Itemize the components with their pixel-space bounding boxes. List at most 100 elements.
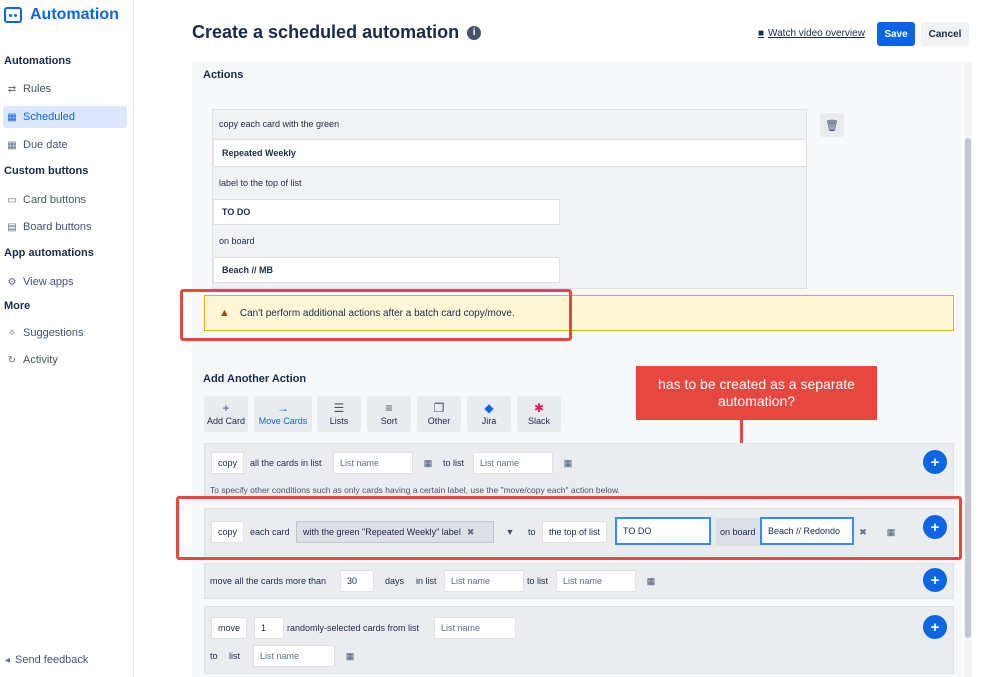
list-name-input[interactable]: List name xyxy=(434,617,516,639)
info-icon[interactable]: i xyxy=(467,25,482,40)
action-summary: copy each card with the green Repeated W… xyxy=(212,109,807,289)
tool-label: Other xyxy=(427,416,451,426)
sort-icon: ≡ xyxy=(385,401,393,415)
trash-icon: 🗑 xyxy=(825,119,839,132)
row-text: in list xyxy=(416,576,437,586)
arrow-right-icon: → xyxy=(277,401,289,415)
add-action-button[interactable]: + xyxy=(923,568,947,592)
calendar-icon[interactable]: ▦ xyxy=(418,452,438,474)
tool-label: Jira xyxy=(481,416,497,426)
tool-lists[interactable]: ☰ Lists xyxy=(317,396,361,432)
count-input[interactable]: 1 xyxy=(254,617,284,639)
tool-sort[interactable]: ≡ Sort xyxy=(367,396,411,432)
sidebar-item-due-date[interactable]: ▦ Due date xyxy=(3,134,127,156)
automation-brand[interactable]: Automation xyxy=(4,6,119,24)
board-field[interactable]: Beach // MB xyxy=(213,257,560,283)
sidebar-item-label: Scheduled xyxy=(23,111,75,123)
watch-video-label: Watch video overview xyxy=(768,28,865,39)
sidebar-item-label: Rules xyxy=(23,83,52,95)
sidebar-item-suggestions[interactable]: ✧ Suggestions xyxy=(3,322,127,344)
watch-video-link[interactable]: ■ Watch video overview xyxy=(758,28,865,39)
sidebar-item-label: Activity xyxy=(23,354,58,366)
tool-jira[interactable]: ◆ Jira xyxy=(467,396,511,432)
rules-icon: ⇄ xyxy=(7,83,17,95)
robot-icon xyxy=(4,7,22,23)
main-content: Create a scheduled automation i ■ Watch … xyxy=(134,0,999,677)
annotation-callout: has to be created as a separate automati… xyxy=(636,366,877,420)
actions-heading: Actions xyxy=(203,69,244,81)
sidebar-item-label: View apps xyxy=(23,276,74,288)
row-text: randomly-selected cards from list xyxy=(287,623,420,633)
sidebar-item-card-buttons[interactable]: ▭ Card buttons xyxy=(3,189,127,211)
action-text-line2: label to the top of list xyxy=(219,178,302,188)
row-text: to list xyxy=(443,458,465,468)
tool-slack[interactable]: ✱ Slack xyxy=(517,396,561,432)
annotation-box-warning xyxy=(180,289,572,341)
section-custom-buttons: Custom buttons xyxy=(4,165,89,177)
calendar-icon[interactable]: ▦ xyxy=(340,645,360,667)
send-feedback-link[interactable]: ◂ Send feedback xyxy=(5,654,88,666)
sidebar-item-activity[interactable]: ↻ Activity xyxy=(3,349,127,371)
send-feedback-label: Send feedback xyxy=(15,654,89,666)
calendar-icon[interactable]: ▦ xyxy=(558,452,578,474)
tool-label: Lists xyxy=(329,416,349,426)
sidebar-item-rules[interactable]: ⇄ Rules xyxy=(3,78,127,100)
label-field[interactable]: Repeated Weekly xyxy=(213,139,807,167)
plus-icon: + xyxy=(222,401,230,415)
scrollbar-thumb[interactable] xyxy=(965,138,971,638)
add-action-button[interactable]: + xyxy=(923,450,947,474)
tool-label: Move Cards xyxy=(258,416,308,426)
sidebar-item-scheduled[interactable]: ▦ Scheduled xyxy=(3,106,127,128)
sidebar-item-label: Suggestions xyxy=(23,327,84,339)
list-field[interactable]: TO DO xyxy=(213,199,560,225)
action-text-line1: copy each card with the green xyxy=(219,119,340,129)
save-button[interactable]: Save xyxy=(877,22,915,46)
list-name-input[interactable]: List name xyxy=(473,452,553,474)
tool-label: Slack xyxy=(527,416,550,426)
tool-add-card[interactable]: + Add Card xyxy=(204,396,248,432)
brand-label: Automation xyxy=(30,6,119,23)
list-name-input[interactable]: List name xyxy=(333,452,413,474)
row-text: to list xyxy=(527,576,549,586)
list-name-input[interactable]: List name xyxy=(444,570,524,592)
gear-icon: ⚙ xyxy=(7,276,17,288)
row-text: to xyxy=(210,651,218,661)
section-app-automations: App automations xyxy=(4,247,94,259)
add-action-button[interactable]: + xyxy=(923,615,947,639)
section-automations: Automations xyxy=(4,55,72,67)
calendar-icon[interactable]: ▦ xyxy=(641,570,661,592)
row-text: move all the cards more than xyxy=(210,576,327,586)
megaphone-icon: ◂ xyxy=(5,654,11,666)
annotation-box-row xyxy=(176,496,962,560)
op-chip[interactable]: move xyxy=(211,617,248,639)
video-camera-icon: ■ xyxy=(758,28,765,39)
tool-label: Add Card xyxy=(206,416,246,426)
row-text: days xyxy=(385,576,405,586)
tool-label: Sort xyxy=(380,416,398,426)
section-more: More xyxy=(4,300,31,312)
list-name-input[interactable]: List name xyxy=(556,570,636,592)
copy-icon: ❐ xyxy=(433,401,445,415)
sidebar-item-label: Due date xyxy=(23,139,68,151)
board-icon: ▤ xyxy=(7,221,17,233)
sparkle-icon: ✧ xyxy=(7,327,17,339)
cancel-button[interactable]: Cancel xyxy=(921,22,969,46)
tool-move-cards[interactable]: → Move Cards xyxy=(254,396,312,432)
action-text-line3: on board xyxy=(219,236,255,246)
list-name-input[interactable]: List name xyxy=(253,645,335,667)
row-text: all the cards in list xyxy=(250,458,322,468)
delete-action-button[interactable]: 🗑 xyxy=(820,113,844,137)
days-input[interactable]: 30 xyxy=(340,570,374,592)
refresh-icon: ↻ xyxy=(7,354,17,366)
op-chip[interactable]: copy xyxy=(211,452,245,474)
tool-other[interactable]: ❐ Other xyxy=(417,396,461,432)
sidebar: Automation Automations ⇄ Rules ▦ Scheduled… xyxy=(0,0,134,677)
sidebar-item-board-buttons[interactable]: ▤ Board buttons xyxy=(3,216,127,238)
jira-icon: ◆ xyxy=(484,401,494,415)
page-title-text: Create a scheduled automation xyxy=(192,22,460,42)
sidebar-item-view-apps[interactable]: ⚙ View apps xyxy=(3,271,127,293)
row-text: list xyxy=(229,651,240,661)
sidebar-item-label: Board buttons xyxy=(23,221,92,233)
calendar-icon: ▦ xyxy=(7,139,17,151)
calendar-icon: ▦ xyxy=(7,111,17,123)
